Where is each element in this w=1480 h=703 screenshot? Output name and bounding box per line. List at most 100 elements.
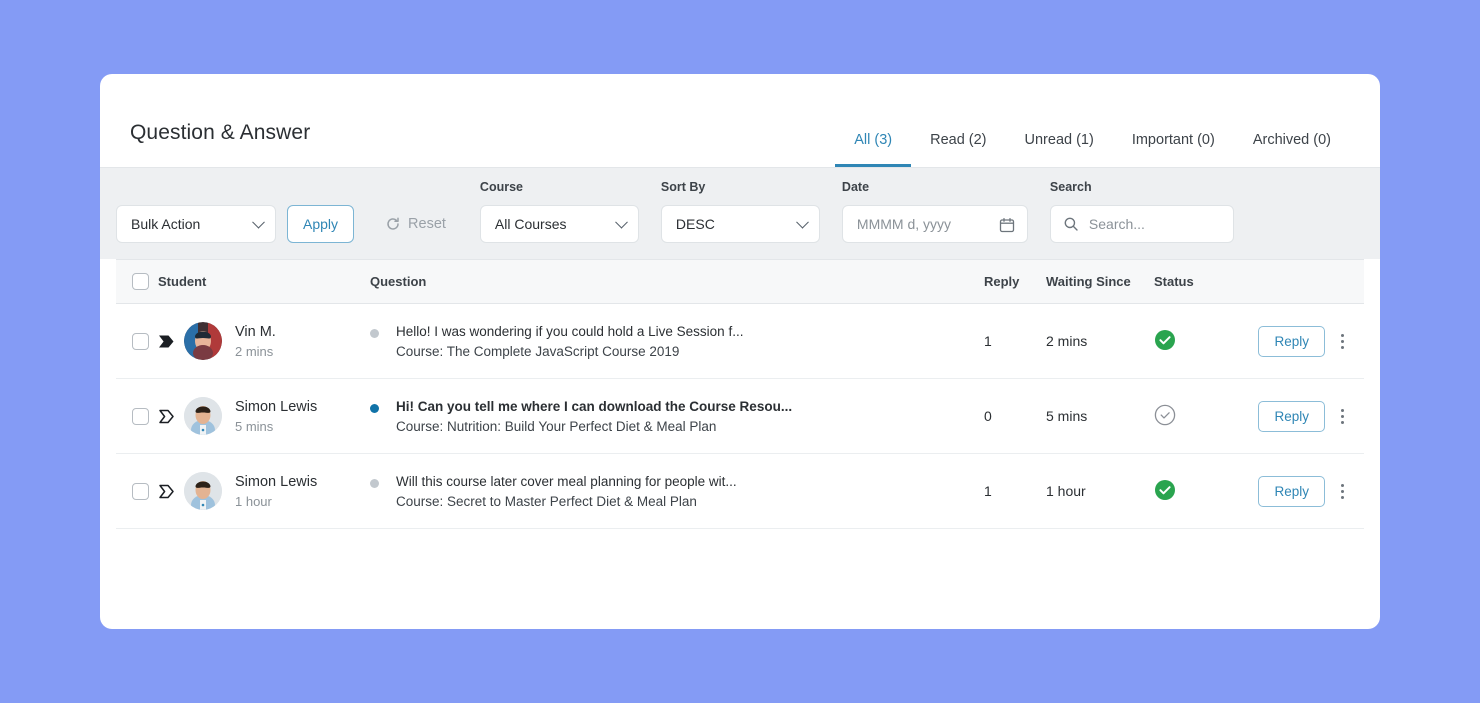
flag-outline-icon[interactable] — [158, 409, 184, 424]
row-actions-cell: Reply — [1240, 453, 1364, 529]
search-input[interactable] — [1088, 216, 1221, 232]
question-text[interactable]: Hello! I was wondering if you could hold… — [396, 324, 743, 339]
question-text[interactable]: Hi! Can you tell me where I can download… — [396, 399, 792, 414]
more-options-icon[interactable] — [1334, 330, 1350, 353]
row-status-cell — [1154, 303, 1240, 379]
qa-table-container: Student Question Reply Waiting Since Sta… — [100, 259, 1380, 545]
row-student-cell: Simon Lewis 1 hour — [158, 453, 370, 529]
row-waiting-since: 1 hour — [1046, 453, 1154, 529]
row-status-cell — [1154, 378, 1240, 454]
row-question-cell: Hi! Can you tell me where I can download… — [370, 378, 984, 454]
reset-label: Reset — [408, 216, 446, 232]
table-row: Vin M. 2 mins Hello! I was wondering if … — [116, 303, 1364, 379]
more-options-icon[interactable] — [1334, 405, 1350, 428]
sort-select[interactable]: DESC — [660, 205, 820, 243]
search-filter-group: Search — [1049, 180, 1234, 243]
reply-button[interactable]: Reply — [1258, 475, 1325, 507]
avatar — [184, 322, 222, 360]
calendar-icon — [999, 217, 1015, 236]
filter-toolbar: Bulk Action Apply Reset Course All Cours… — [100, 167, 1380, 259]
bulk-action-value: Bulk Action — [131, 216, 201, 232]
course-filter-label: Course — [479, 180, 523, 194]
refresh-icon — [385, 216, 401, 232]
student-name: Simon Lewis — [235, 398, 318, 415]
table-header-row: Student Question Reply Waiting Since Sta… — [116, 259, 1364, 304]
card-header: Question & Answer All (3) Read (2) Unrea… — [100, 74, 1380, 167]
question-course: Course: The Complete JavaScript Course 2… — [396, 344, 680, 359]
question-course: Course: Nutrition: Build Your Perfect Di… — [396, 419, 717, 434]
status-answered-icon — [1154, 479, 1240, 504]
row-checkbox[interactable] — [132, 482, 149, 500]
course-filter-group: Course All Courses — [479, 180, 639, 243]
tab-all[interactable]: All (3) — [835, 132, 912, 167]
row-checkbox[interactable] — [132, 407, 149, 425]
row-select-cell — [116, 303, 158, 379]
more-options-icon[interactable] — [1334, 480, 1350, 503]
row-actions-cell: Reply — [1240, 303, 1364, 379]
course-select[interactable]: All Courses — [479, 205, 639, 243]
row-student-cell: Vin M. 2 mins — [158, 303, 370, 379]
date-filter-label: Date — [841, 180, 870, 194]
reset-group: Reset — [354, 180, 480, 243]
tab-unread[interactable]: Unread (1) — [1006, 132, 1113, 167]
sort-filter-label: Sort By — [660, 180, 706, 194]
bulk-action-select[interactable]: Bulk Action — [116, 205, 276, 243]
row-student-cell: Simon Lewis 5 mins — [158, 378, 370, 454]
sort-filter-group: Sort By DESC — [660, 180, 820, 243]
flag-filled-icon[interactable] — [158, 334, 184, 349]
qa-table: Student Question Reply Waiting Since Sta… — [116, 259, 1364, 529]
table-row: Simon Lewis 1 hour Will this course late… — [116, 453, 1364, 529]
reply-button[interactable]: Reply — [1258, 325, 1325, 357]
flag-outline-icon[interactable] — [158, 484, 184, 499]
select-all-header — [116, 259, 158, 304]
reply-button[interactable]: Reply — [1258, 400, 1325, 432]
student-time: 5 mins — [235, 418, 274, 434]
avatar — [184, 472, 222, 510]
question-course: Course: Secret to Master Perfect Diet & … — [396, 494, 697, 509]
column-actions — [1240, 259, 1364, 304]
tab-archived[interactable]: Archived (0) — [1234, 132, 1350, 167]
row-reply-count: 0 — [984, 378, 1046, 454]
page-title: Question & Answer — [130, 121, 311, 144]
student-name: Vin M. — [235, 323, 276, 340]
row-actions-cell: Reply — [1240, 378, 1364, 454]
tab-bar: All (3) Read (2) Unread (1) Important (0… — [835, 132, 1350, 167]
status-answered-icon — [1154, 329, 1240, 354]
column-reply: Reply — [984, 259, 1046, 304]
row-select-cell — [116, 453, 158, 529]
student-time: 1 hour — [235, 493, 272, 509]
question-text[interactable]: Will this course later cover meal planni… — [396, 474, 737, 489]
table-row: Simon Lewis 5 mins Hi! Can you tell me w… — [116, 378, 1364, 454]
date-input[interactable]: MMMM d, yyyy — [841, 205, 1028, 243]
column-student: Student — [158, 259, 370, 304]
row-waiting-since: 5 mins — [1046, 378, 1154, 454]
date-placeholder-text: MMMM d, yyyy — [856, 216, 952, 232]
search-field[interactable] — [1049, 205, 1234, 243]
qa-card: Question & Answer All (3) Read (2) Unrea… — [100, 74, 1380, 629]
row-question-cell: Will this course later cover meal planni… — [370, 453, 984, 529]
chevron-down-icon — [615, 215, 628, 229]
row-reply-count: 1 — [984, 453, 1046, 529]
row-select-cell — [116, 378, 158, 454]
apply-button[interactable]: Apply — [287, 205, 355, 243]
select-all-checkbox[interactable] — [132, 273, 149, 290]
status-pending-icon — [1154, 404, 1240, 429]
student-name: Simon Lewis — [235, 473, 318, 490]
date-filter-group: Date MMMM d, yyyy — [841, 180, 1028, 243]
chevron-down-icon — [252, 215, 265, 229]
row-checkbox[interactable] — [132, 332, 149, 350]
tab-important[interactable]: Important (0) — [1113, 132, 1234, 167]
tab-read[interactable]: Read (2) — [911, 132, 1005, 167]
reset-button[interactable]: Reset — [373, 205, 458, 243]
bulk-action-group: Bulk Action Apply — [116, 180, 355, 243]
search-icon — [1063, 216, 1079, 235]
read-status-dot — [370, 329, 379, 338]
row-question-cell: Hello! I was wondering if you could hold… — [370, 303, 984, 379]
column-waiting-since: Waiting Since — [1046, 259, 1154, 304]
table-body: Vin M. 2 mins Hello! I was wondering if … — [116, 303, 1364, 529]
row-status-cell — [1154, 453, 1240, 529]
read-status-dot — [370, 479, 379, 488]
column-question: Question — [370, 259, 984, 304]
sort-select-value: DESC — [675, 216, 715, 232]
chevron-down-icon — [796, 215, 809, 229]
